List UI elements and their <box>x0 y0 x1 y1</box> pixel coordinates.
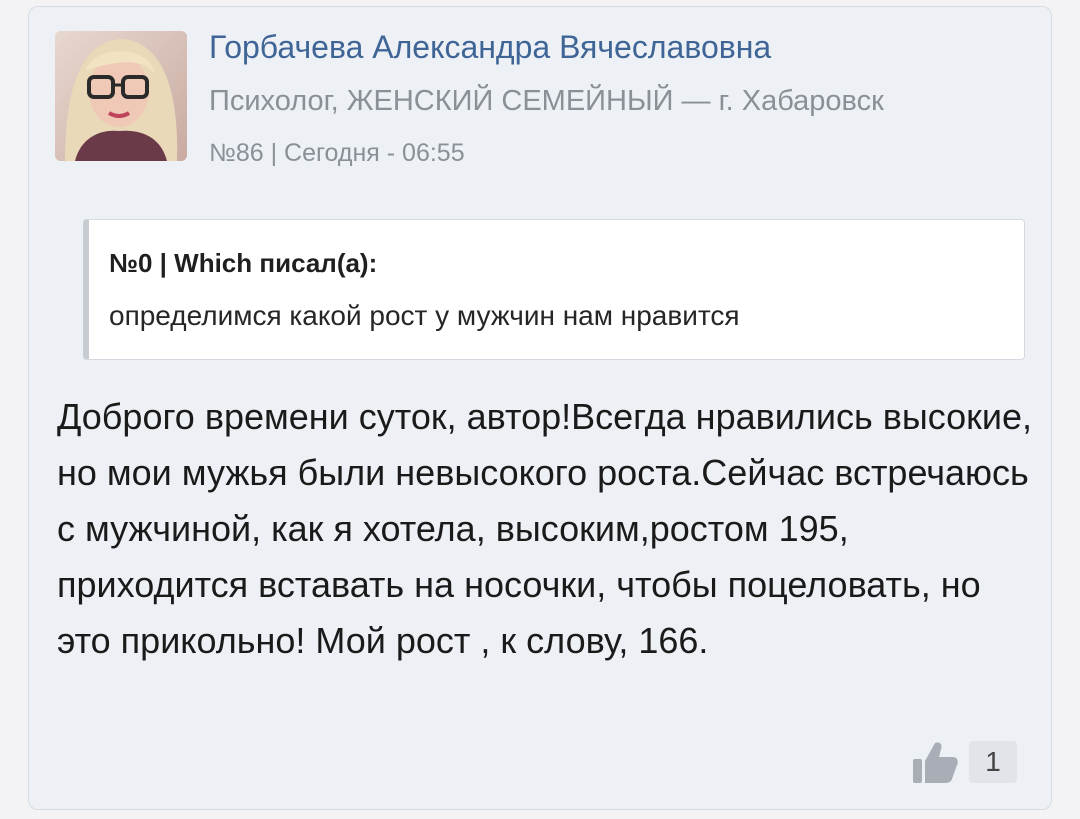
post-card: Горбачева Александра Вячеславовна Психол… <box>28 6 1052 810</box>
author-description: Психолог, ЖЕНСКИЙ СЕМЕЙНЫЙ — г. Хабаровс… <box>209 85 884 117</box>
post-meta: №86 | Сегодня - 06:55 <box>209 139 465 167</box>
quote-header: №0 | Which писал(а): <box>109 248 378 278</box>
quote-text: определимся какой рост у мужчин нам нрав… <box>109 300 740 331</box>
author-avatar[interactable] <box>55 31 187 161</box>
avatar-image <box>55 31 187 161</box>
like-count[interactable]: 1 <box>969 741 1017 783</box>
thumbs-up-icon[interactable] <box>911 739 959 785</box>
post-body: Доброго времени суток, автор!Всегда нрав… <box>57 396 1033 661</box>
quote-block: №0 | Which писал(а): определимся какой р… <box>83 219 1025 360</box>
author-name-link[interactable]: Горбачева Александра Вячеславовна <box>209 29 771 66</box>
